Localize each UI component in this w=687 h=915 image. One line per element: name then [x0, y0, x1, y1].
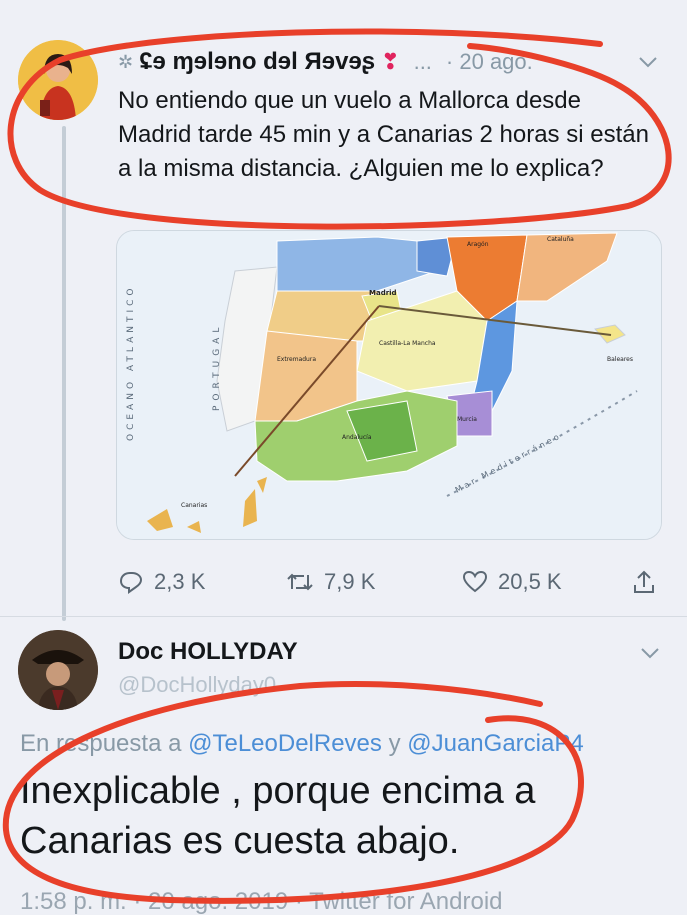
map-image[interactable]: OCEANO ATLANTICO PORTUGAL Madrid Castill…: [116, 230, 662, 540]
baleares-label: Baleares: [607, 356, 633, 363]
mention-link[interactable]: @TeLeoDelReves: [188, 730, 382, 757]
retweet-icon: [287, 573, 313, 591]
retweet-count: 7,9 K: [324, 569, 376, 594]
reply-text: Inexplicable , porque encima a Canarias …: [20, 770, 536, 862]
canarias-label: Canarias: [181, 502, 207, 509]
mention-link[interactable]: @JuanGarciaP4: [407, 730, 583, 757]
reply-footer: 1:58 p. m. · 20 ago. 2019 · Twitter for …: [20, 888, 503, 915]
clm-label: Castilla-La Mancha: [379, 340, 436, 347]
reply-context: En respuesta a @TeLeoDelReves y @JuanGar…: [20, 730, 584, 758]
avatar[interactable]: [18, 630, 98, 710]
reply-icon: [119, 572, 143, 594]
tweet-header: ✲ ʢɘ ɱɘlɘno dɘl Яɘvɘʂ ❣ ... · 20 ago.: [118, 44, 658, 80]
retweet-button[interactable]: 7,9 K: [286, 569, 375, 595]
reply-handle[interactable]: @DocHollyday0: [118, 672, 276, 698]
reply-display-name[interactable]: Doc HOLLYDAY: [118, 638, 298, 666]
ocean-label: OCEANO ATLANTICO: [126, 285, 136, 441]
heart-emoji-icon: ❣: [381, 49, 400, 74]
display-name[interactable]: ʢɘ ɱɘlɘno dɘl Яɘvɘʂ: [139, 48, 375, 76]
aragon-label: Aragón: [467, 241, 489, 248]
menu-dots: ...: [413, 49, 432, 74]
tweet-text: No entiendo que un vuelo a Mallorca desd…: [118, 87, 649, 182]
thread-line: [62, 126, 66, 621]
tweet-actions: 2,3 K 7,9 K 20,5 K: [116, 562, 662, 602]
extremadura-label: Extremadura: [277, 356, 316, 363]
spain-map: OCEANO ATLANTICO PORTUGAL Madrid Castill…: [117, 231, 661, 539]
murcia-label: Murcia: [457, 416, 477, 423]
cataluna-label: Cataluña: [547, 236, 574, 243]
like-button[interactable]: 20,5 K: [462, 569, 562, 595]
andalucia-label: Andalucía: [342, 434, 372, 441]
share-button[interactable]: [632, 569, 656, 595]
tweet-date[interactable]: · 20 ago.: [446, 49, 533, 75]
madrid-label: Madrid: [369, 289, 397, 297]
chevron-down-icon[interactable]: [638, 48, 658, 76]
share-icon: [634, 570, 654, 593]
divider: [0, 616, 687, 617]
heart-icon: [462, 570, 488, 593]
avatar-portrait-icon: [18, 40, 98, 120]
reply-count: 2,3 K: [154, 569, 206, 594]
reply-button[interactable]: 2,3 K: [118, 569, 205, 595]
sparkle-icon: ✲: [118, 51, 134, 72]
reply-joiner: y: [388, 730, 401, 757]
like-count: 20,5 K: [498, 569, 562, 594]
avatar-portrait-icon: [18, 630, 98, 710]
avatar[interactable]: [18, 40, 98, 120]
reply-prefix: En respuesta a: [20, 730, 182, 757]
chevron-down-icon[interactable]: [640, 640, 660, 666]
portugal-label: PORTUGAL: [212, 323, 222, 411]
